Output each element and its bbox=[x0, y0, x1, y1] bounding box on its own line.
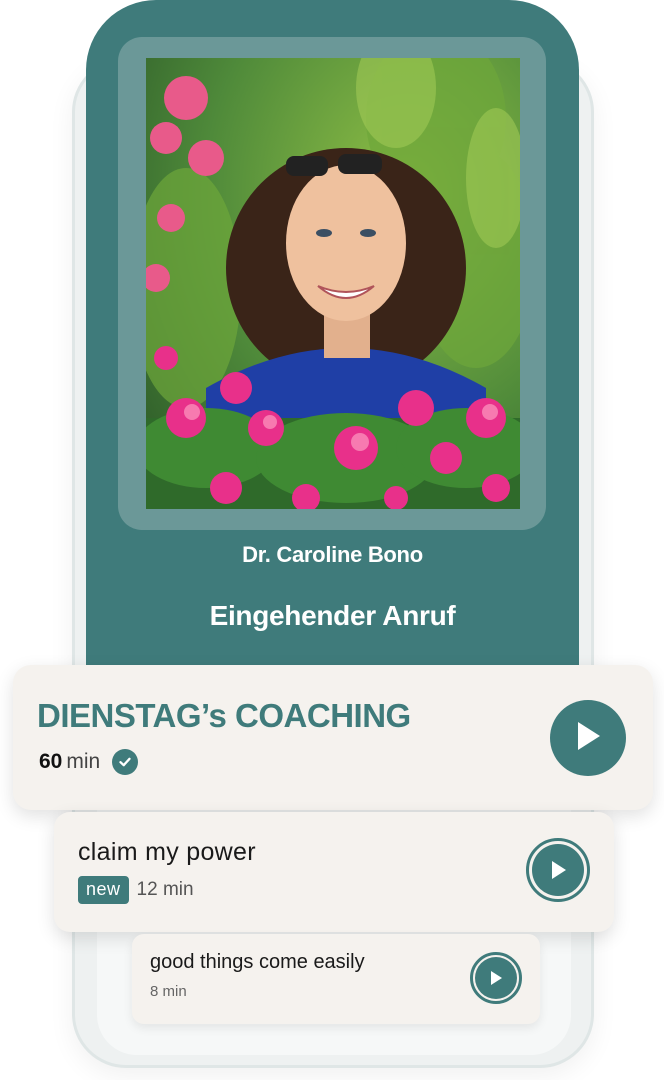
featured-session-title: DIENSTAG’s COACHING bbox=[37, 697, 411, 734]
duration-value: 60 bbox=[39, 750, 63, 773]
caller-photo bbox=[146, 58, 520, 509]
session-duration: 12 min bbox=[136, 879, 194, 900]
new-badge: new bbox=[78, 876, 129, 904]
featured-session-card[interactable]: DIENSTAG’s COACHING 60 min bbox=[13, 665, 653, 810]
session-title: good things come easily bbox=[150, 951, 365, 973]
session-title: claim my power bbox=[78, 838, 256, 866]
caller-name: Dr. Caroline Bono bbox=[242, 542, 423, 567]
play-icon bbox=[475, 957, 517, 999]
play-icon bbox=[573, 719, 603, 758]
session-card-claim-my-power[interactable]: claim my power new 12 min bbox=[54, 812, 614, 932]
check-icon bbox=[112, 749, 139, 775]
featured-session-duration: 60 min bbox=[39, 749, 139, 775]
session-duration: 8 min bbox=[150, 983, 187, 1000]
session-play-button[interactable] bbox=[526, 838, 590, 902]
session-meta: new 12 min bbox=[78, 876, 194, 904]
featured-play-button[interactable] bbox=[550, 700, 626, 776]
session-play-button[interactable] bbox=[470, 952, 522, 1004]
duration-unit: min bbox=[66, 750, 101, 773]
play-icon bbox=[532, 844, 584, 896]
session-card-good-things[interactable]: good things come easily 8 min bbox=[132, 934, 540, 1024]
call-status: Eingehender Anruf bbox=[209, 600, 456, 631]
